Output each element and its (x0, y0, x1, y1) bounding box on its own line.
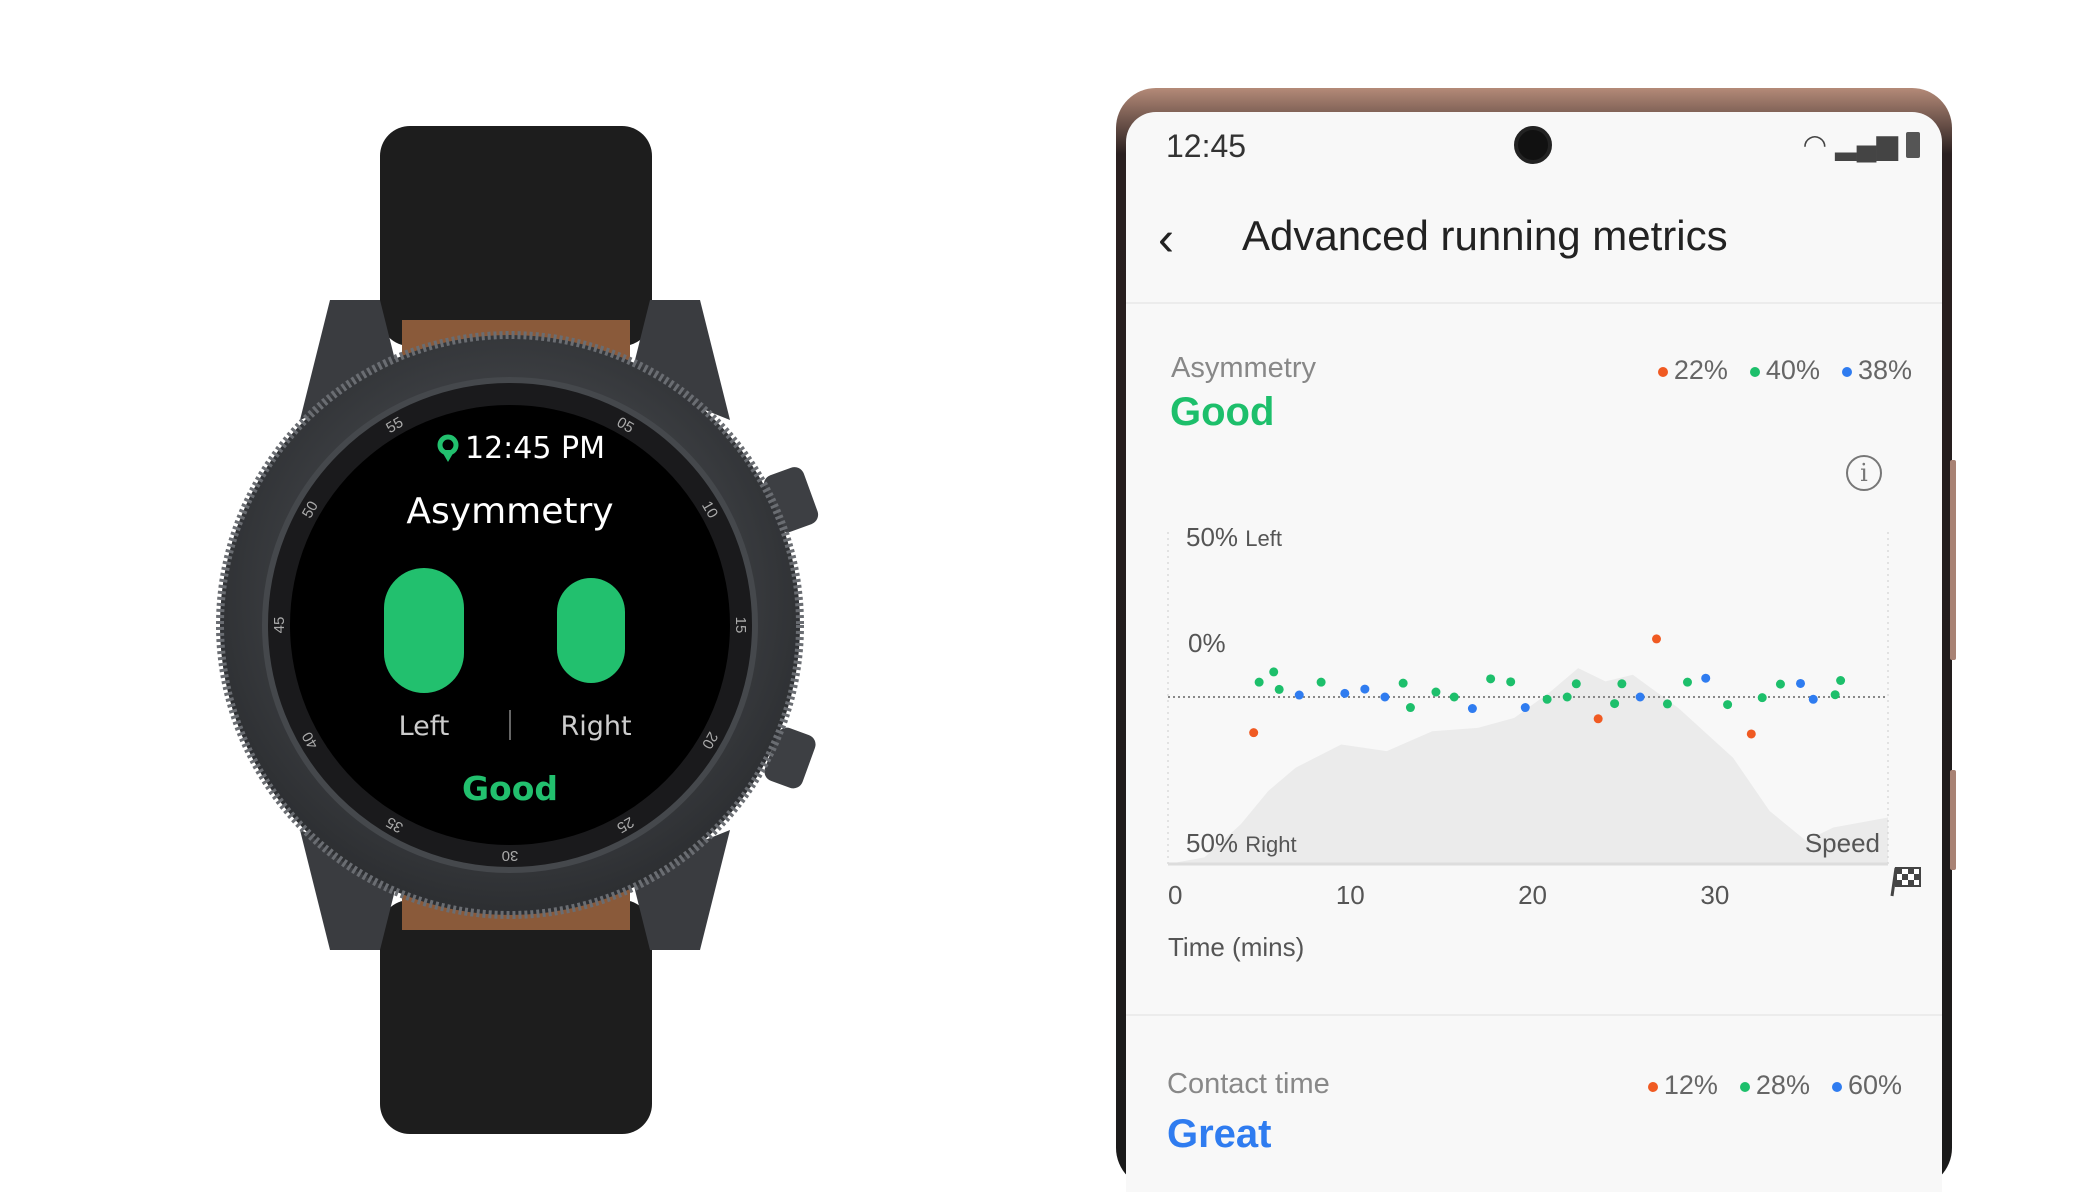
x-tick-label: 10 (1336, 880, 1365, 910)
legend-item: 28% (1739, 1070, 1810, 1101)
data-point (1254, 677, 1264, 687)
checkered-flag-icon (1890, 867, 1921, 897)
x-axis-title: Time (mins) (1168, 932, 1304, 962)
phone-screen: 12:45 ◠ ▂▄▆ ‹ Advanced running metrics A… (1126, 112, 1942, 1192)
data-point (1757, 693, 1767, 703)
data-point (1682, 677, 1692, 687)
smartwatch: 0510152025303540455055 12:45 PM Asymmetr… (216, 126, 819, 1134)
data-point (1249, 728, 1259, 738)
legend-item: 60% (1831, 1070, 1902, 1101)
x-tick-label: 0 (1168, 880, 1182, 910)
side-button (1950, 460, 1956, 660)
strap-top (380, 126, 652, 346)
data-point (1274, 684, 1284, 694)
data-point (1836, 676, 1846, 685)
bezel-number: 30 (502, 847, 519, 864)
data-point (1808, 694, 1818, 704)
data-point (1746, 729, 1756, 739)
data-point (1294, 690, 1304, 700)
data-point (1360, 684, 1370, 694)
bezel-number: 45 (271, 617, 288, 634)
x-tick-label: 30 (1700, 880, 1729, 910)
y-label-top: 50% Left (1186, 522, 1282, 552)
data-point (1398, 678, 1408, 688)
data-point (1571, 679, 1581, 689)
data-point (1830, 690, 1840, 700)
data-point (1775, 679, 1785, 689)
watch-title: Asymmetry (406, 491, 613, 532)
asymmetry-chart: 50% Left 0% 50% Right Speed 0 10 20 30 Time… (1167, 522, 1921, 962)
data-point (1542, 694, 1552, 704)
data-point (1796, 678, 1806, 688)
contact-time-legend: 12% 28% 60% (1647, 1070, 1902, 1101)
y-label-middle: 0% (1188, 628, 1226, 658)
x-tick-label: 20 (1518, 880, 1547, 910)
data-point (1701, 673, 1711, 683)
side-button (1950, 770, 1956, 870)
data-point (1380, 692, 1390, 702)
divider (1126, 1014, 1942, 1016)
contact-time-status: Great (1167, 1112, 1272, 1156)
data-point (1617, 679, 1627, 689)
data-point (1635, 692, 1645, 702)
data-point (1506, 677, 1516, 687)
data-point (1431, 687, 1441, 697)
data-point (1723, 700, 1733, 710)
data-point (1610, 699, 1620, 709)
data-point (1405, 703, 1415, 713)
data-point (1486, 674, 1496, 684)
left-label: Left (399, 711, 450, 742)
right-foot-indicator (557, 578, 625, 683)
speed-label: Speed (1805, 828, 1880, 858)
strap-bottom (380, 900, 652, 1134)
legend-item: 12% (1647, 1070, 1718, 1101)
data-point (1593, 714, 1603, 724)
data-point (1340, 688, 1350, 698)
data-point (1652, 634, 1662, 644)
y-label-bottom: 50% Right (1186, 828, 1297, 858)
watch-status: Good (462, 769, 558, 808)
data-point (1467, 704, 1477, 714)
data-point (1662, 699, 1672, 709)
bezel-number: 15 (732, 617, 749, 634)
data-point (1449, 692, 1459, 702)
data-point (1269, 667, 1279, 677)
contact-time-label: Contact time (1167, 1068, 1330, 1100)
data-point (1316, 677, 1326, 687)
watch-time: 12:45 PM (465, 431, 605, 466)
data-point (1562, 692, 1572, 702)
data-point (1520, 703, 1530, 713)
left-foot-indicator (384, 568, 464, 693)
right-label: Right (560, 711, 631, 742)
